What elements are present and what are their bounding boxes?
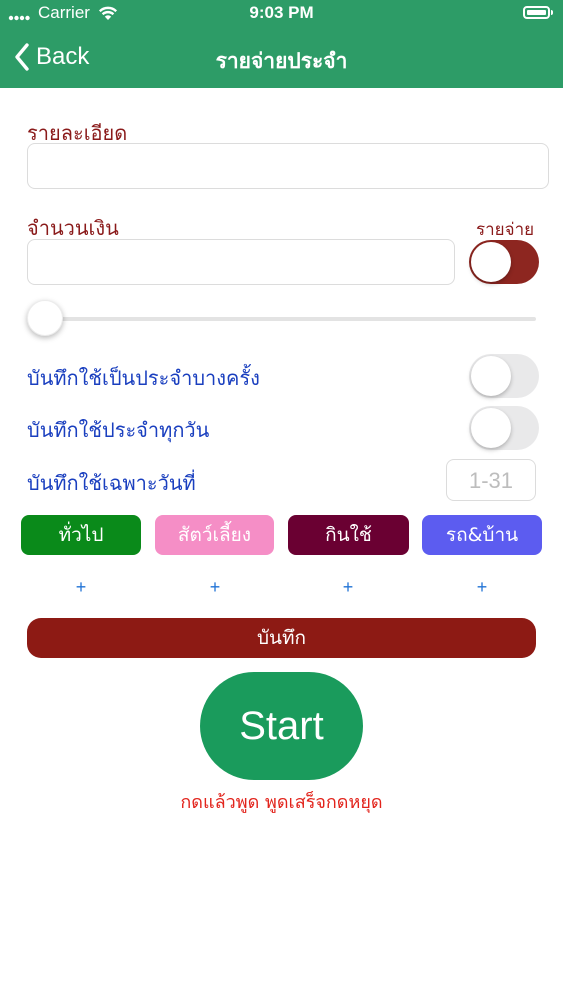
add-pet-button[interactable]: + [195, 577, 235, 598]
expense-toggle[interactable] [469, 240, 539, 284]
daily-label: บันทึกใช้ประจำทุกวัน [27, 418, 210, 442]
start-voice-button[interactable]: Start [200, 672, 363, 780]
toggle-knob [471, 242, 511, 282]
specific-day-label: บันทึกใช้เฉพาะวันที่ [27, 471, 196, 495]
amount-slider-track[interactable] [40, 317, 536, 321]
save-button[interactable]: บันทึก [27, 618, 536, 658]
voice-hint: กดแล้วพูด พูดเสร็จกดหยุด [180, 792, 383, 813]
toggle-knob [471, 408, 511, 448]
add-general-button[interactable]: + [61, 577, 101, 598]
day-input[interactable]: 1-31 [446, 459, 536, 501]
category-general-button[interactable]: ทั่วไป [21, 515, 141, 555]
battery-icon [523, 6, 550, 19]
amount-input[interactable] [27, 239, 455, 285]
sometimes-toggle[interactable] [469, 354, 539, 398]
add-food-button[interactable]: + [328, 577, 368, 598]
page-title: รายจ่ายประจำ [215, 49, 348, 73]
toggle-knob [471, 356, 511, 396]
daily-toggle[interactable] [469, 406, 539, 450]
expense-toggle-label: รายจ่าย [476, 220, 535, 240]
sometimes-label: บันทึกใช้เป็นประจำบางครั้ง [27, 366, 260, 390]
category-food-button[interactable]: กินใช้ [288, 515, 409, 555]
status-time: 9:03 PM [249, 3, 314, 22]
add-car-home-button[interactable]: + [462, 577, 502, 598]
category-pet-button[interactable]: สัตว์เลี้ยง [155, 515, 274, 555]
category-car-home-button[interactable]: รถ&บ้าน [422, 515, 542, 555]
amount-slider-thumb[interactable] [27, 300, 63, 336]
detail-input[interactable] [27, 143, 549, 189]
